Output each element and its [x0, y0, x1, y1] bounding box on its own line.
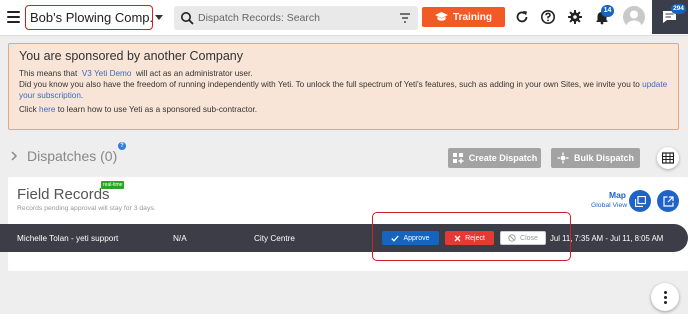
training-button[interactable]: Training: [422, 7, 505, 27]
grid-icon: [662, 152, 674, 164]
record-site: City Centre: [254, 234, 295, 243]
search-input[interactable]: [198, 9, 388, 27]
refresh-icon[interactable]: [514, 9, 530, 25]
close-button[interactable]: Close: [500, 231, 546, 245]
chevron-right-icon[interactable]: [10, 151, 18, 161]
close-label: Close: [520, 234, 538, 242]
company-selector[interactable]: Bob's Plowing Comp...: [25, 5, 153, 30]
sponsor-text: will act as an administrator user.: [136, 69, 253, 78]
menu-icon[interactable]: [7, 11, 20, 23]
check-icon: [391, 235, 400, 242]
sponsor-title: You are sponsored by another Company: [19, 49, 243, 63]
global-view-link[interactable]: Global View: [591, 202, 627, 209]
bulk-dispatch-label: Bulk Dispatch: [573, 153, 634, 163]
sponsor-help-line: Click here to learn how to use Yeti as a…: [19, 104, 668, 115]
reject-label: Reject: [465, 234, 485, 242]
admin-company-link[interactable]: V3 Yeti Demo: [82, 69, 132, 78]
create-dispatch-button[interactable]: Create Dispatch: [448, 148, 541, 168]
create-dispatch-label: Create Dispatch: [468, 153, 538, 163]
top-bar: Bob's Plowing Comp... Training 14 294: [0, 0, 688, 36]
sponsor-admin-line: This means that V3 Yeti Demo will act as…: [19, 68, 668, 79]
close-icon: [454, 235, 461, 241]
record-user: Michelle Tolan - yeti support: [17, 234, 119, 243]
chevron-down-icon[interactable]: [155, 15, 163, 20]
sponsor-text: Click: [19, 105, 37, 114]
here-link[interactable]: here: [39, 105, 55, 114]
filter-icon[interactable]: [399, 12, 411, 24]
help-icon[interactable]: [540, 9, 556, 25]
sponsor-text: to learn how to use Yeti as a sponsored …: [57, 105, 258, 114]
record-time: Jul 11, 7:35 AM - Jul 11, 8:05 AM: [550, 234, 664, 243]
field-records-title: Field Records: [17, 186, 110, 203]
sponsor-upgrade-line: Did you know you also have the freedom o…: [19, 79, 668, 101]
dispatch-settings-button[interactable]: [657, 147, 679, 169]
sponsor-banner: You are sponsored by another Company Thi…: [8, 43, 679, 130]
record-value: N/A: [173, 234, 187, 243]
cancel-icon: [508, 234, 516, 242]
graduation-cap-icon: [435, 12, 449, 21]
bulk-dispatch-icon: [557, 152, 569, 164]
search-icon: [181, 12, 194, 25]
reject-button[interactable]: Reject: [445, 231, 494, 245]
field-records-subtitle: Records pending approval will stay for 3…: [17, 205, 156, 212]
sponsor-text: .: [80, 91, 84, 100]
notification-badge: 14: [601, 5, 614, 17]
windows-icon: [634, 195, 646, 207]
training-label: Training: [453, 11, 492, 23]
external-link-icon: [662, 195, 674, 207]
help-icon[interactable]: ?: [118, 142, 126, 150]
gear-icon[interactable]: [567, 9, 583, 25]
sponsor-text: This means that: [19, 69, 78, 78]
realtime-badge: real-time: [101, 181, 125, 189]
open-external-button[interactable]: [657, 190, 679, 212]
avatar[interactable]: [623, 6, 645, 28]
approve-button[interactable]: Approve: [382, 231, 439, 245]
bulk-dispatch-button[interactable]: Bulk Dispatch: [551, 148, 640, 168]
sponsor-text: Did you know you also have the freedom o…: [19, 80, 640, 89]
window-button[interactable]: [629, 190, 651, 212]
approve-label: Approve: [403, 234, 430, 242]
search-bar: [174, 6, 418, 30]
map-link[interactable]: Map: [609, 190, 626, 200]
chat-badge: 294: [671, 4, 686, 14]
more-options-button[interactable]: [651, 283, 679, 311]
dispatches-title[interactable]: Dispatches (0): [27, 148, 117, 164]
dispatch-icon: [452, 153, 464, 164]
